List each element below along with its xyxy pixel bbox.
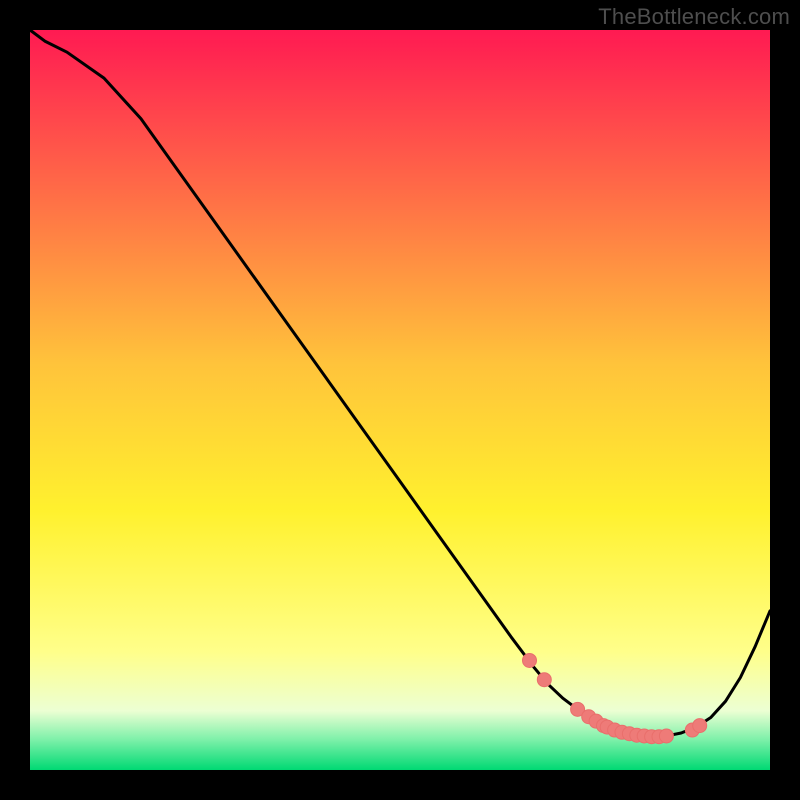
highlight-marker (537, 673, 551, 687)
chart-svg (0, 0, 800, 800)
highlight-marker (523, 653, 537, 667)
highlight-marker (693, 719, 707, 733)
highlight-marker (659, 729, 673, 743)
chart-frame: TheBottleneck.com (0, 0, 800, 800)
watermark-text: TheBottleneck.com (598, 4, 790, 30)
plot-background (30, 30, 770, 770)
